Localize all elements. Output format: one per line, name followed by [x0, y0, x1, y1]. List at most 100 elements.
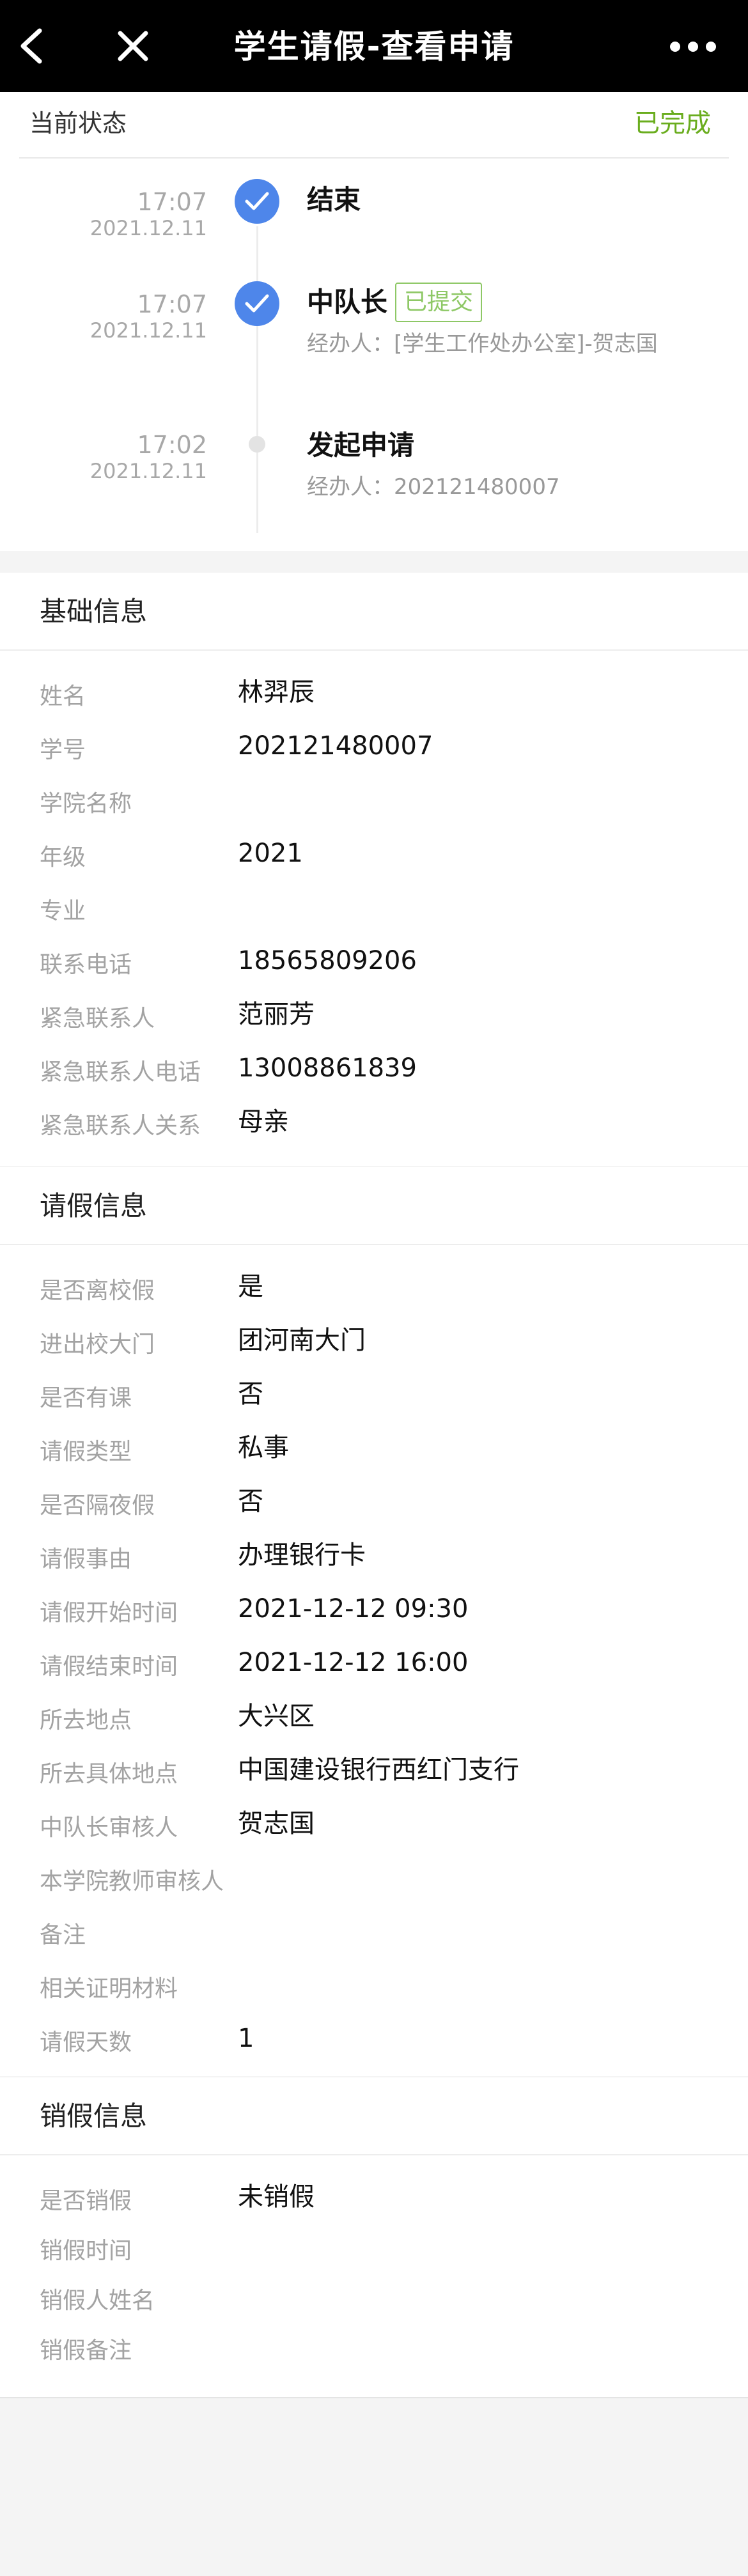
field-label: 相关证明材料 [40, 1976, 178, 2002]
timeline-step-name: 中队长 [307, 286, 388, 318]
info-row: 是否销假 未销假 [0, 2173, 748, 2227]
info-row: 姓名 林羿辰 [0, 669, 748, 722]
field-value: 13008861839 [238, 1053, 417, 1083]
timeline-line [256, 226, 258, 533]
field-value: 林羿辰 [238, 678, 315, 707]
info-row: 所去地点 大兴区 [0, 1693, 748, 1746]
field-label: 紧急联系人 [40, 1005, 155, 1032]
info-row: 紧急联系人 范丽芳 [0, 991, 748, 1044]
basic-info-section: 基础信息 姓名 林羿辰学号 202121480007 学院名称年级 2021 专业联系电话… [0, 573, 748, 1166]
field-label: 学号 [40, 737, 86, 763]
cancel-info-section: 销假信息 是否销假 未销假销假时间销假人姓名销假备注 [0, 2077, 748, 2398]
field-label: 销假备注 [40, 2338, 132, 2364]
field-value: 2021-12-12 16:00 [238, 1648, 469, 1677]
status-header: 当前状态 已完成 [19, 92, 729, 159]
timeline-time: 17:07 [137, 188, 207, 216]
status-label: 当前状态 [29, 109, 127, 137]
timeline-date: 2021.12.11 [90, 459, 207, 483]
info-row: 是否离校假 是 [0, 1263, 748, 1317]
field-label: 专业 [40, 898, 86, 924]
field-label: 请假类型 [40, 1439, 132, 1465]
info-row: 相关证明材料 [0, 1961, 748, 2015]
info-row: 销假备注 [0, 2323, 748, 2377]
timeline-step-name: 发起申请 [307, 430, 415, 461]
info-row: 是否隔夜假 否 [0, 1478, 748, 1532]
field-label: 请假开始时间 [40, 1600, 178, 1626]
section-header: 基础信息 [0, 573, 748, 651]
status-card: 当前状态 已完成 17:07 2021.12.11 结束 17:07 2021.… [0, 92, 748, 551]
field-label: 姓名 [40, 683, 86, 710]
timeline-handler: 经办人：[学生工作处办公室]-贺志国 [307, 331, 658, 357]
field-value: 范丽芳 [238, 1000, 315, 1029]
timeline-time: 17:07 [137, 290, 207, 318]
check-circle-icon [235, 179, 279, 224]
info-row: 是否有课 否 [0, 1370, 748, 1424]
page-title: 学生请假-查看申请 [233, 28, 515, 65]
field-value: 2021 [238, 839, 303, 868]
timeline-date: 2021.12.11 [90, 318, 207, 343]
field-value: 是 [238, 1272, 263, 1301]
info-row: 学院名称 [0, 776, 748, 830]
field-label: 年级 [40, 844, 86, 871]
field-value: 2021-12-12 09:30 [238, 1594, 469, 1624]
field-value: 办理银行卡 [238, 1540, 366, 1570]
info-row: 销假人姓名 [0, 2273, 748, 2327]
info-row: 请假类型 私事 [0, 1424, 748, 1478]
info-row: 所去具体地点 中国建设银行西红门支行 [0, 1746, 748, 1800]
field-label: 销假时间 [40, 2238, 132, 2264]
field-value: 202121480007 [238, 731, 433, 761]
field-label: 是否隔夜假 [40, 1493, 155, 1519]
info-row: 本学院教师审核人 [0, 1854, 748, 1907]
info-row: 学号 202121480007 [0, 722, 748, 776]
field-value: 18565809206 [238, 946, 417, 975]
field-label: 中队长审核人 [40, 1815, 178, 1841]
field-label: 请假事由 [40, 1546, 132, 1572]
info-row: 备注 [0, 1907, 748, 1961]
field-value: 未销假 [238, 2182, 315, 2212]
info-row: 紧急联系人关系 母亲 [0, 1098, 748, 1152]
field-label: 所去地点 [40, 1707, 132, 1734]
info-row: 进出校大门 团河南大门 [0, 1317, 748, 1370]
timeline-date: 2021.12.11 [90, 216, 207, 240]
field-value: 否 [238, 1487, 263, 1516]
title-bar: 学生请假-查看申请 [0, 0, 748, 92]
field-label: 是否离校假 [40, 1278, 155, 1304]
info-row: 年级 2021 [0, 830, 748, 883]
status-value: 已完成 [634, 109, 711, 138]
field-label: 是否销假 [40, 2188, 132, 2214]
info-row: 请假事由 办理银行卡 [0, 1532, 748, 1585]
timeline-time: 17:02 [137, 431, 207, 459]
field-value: 否 [238, 1379, 263, 1409]
field-label: 学院名称 [40, 791, 132, 817]
info-row: 请假结束时间 2021-12-12 16:00 [0, 1639, 748, 1693]
info-row: 紧急联系人电话 13008861839 [0, 1044, 748, 1098]
field-label: 联系电话 [40, 952, 132, 978]
leave-info-section: 请假信息 是否离校假是进出校大门 团河南大门 是否有课否请假类型 私事 是否隔夜假否请假… [0, 1167, 748, 2076]
field-label: 销假人姓名 [40, 2288, 155, 2314]
section-title: 基础信息 [40, 596, 148, 627]
field-value: 大兴区 [238, 1702, 315, 1731]
field-value: 1 [238, 2024, 254, 2053]
timeline-step-name: 结束 [307, 184, 361, 215]
field-label: 是否有课 [40, 1385, 132, 1411]
field-label: 请假结束时间 [40, 1654, 178, 1680]
field-value: 中国建设银行西红门支行 [238, 1755, 519, 1785]
section-title: 销假信息 [40, 2100, 148, 2132]
info-row: 销假时间 [0, 2223, 748, 2277]
status-badge: 已提交 [395, 283, 483, 322]
field-label: 紧急联系人电话 [40, 1059, 201, 1085]
section-title: 请假信息 [40, 1190, 148, 1222]
field-value: 母亲 [238, 1107, 289, 1137]
field-label: 紧急联系人关系 [40, 1113, 201, 1139]
field-value: 私事 [238, 1433, 289, 1463]
check-circle-icon [235, 281, 279, 326]
more-options-icon[interactable] [667, 37, 719, 56]
timeline-handler: 经办人：202121480007 [307, 474, 560, 500]
info-row: 中队长审核人 贺志国 [0, 1800, 748, 1854]
field-value: 贺志国 [238, 1809, 315, 1838]
info-row: 请假开始时间 2021-12-12 09:30 [0, 1585, 748, 1639]
info-row: 请假天数 1 [0, 2015, 748, 2068]
pending-dot-icon [249, 436, 265, 453]
section-header: 请假信息 [0, 1167, 748, 1245]
info-row: 专业 [0, 883, 748, 937]
